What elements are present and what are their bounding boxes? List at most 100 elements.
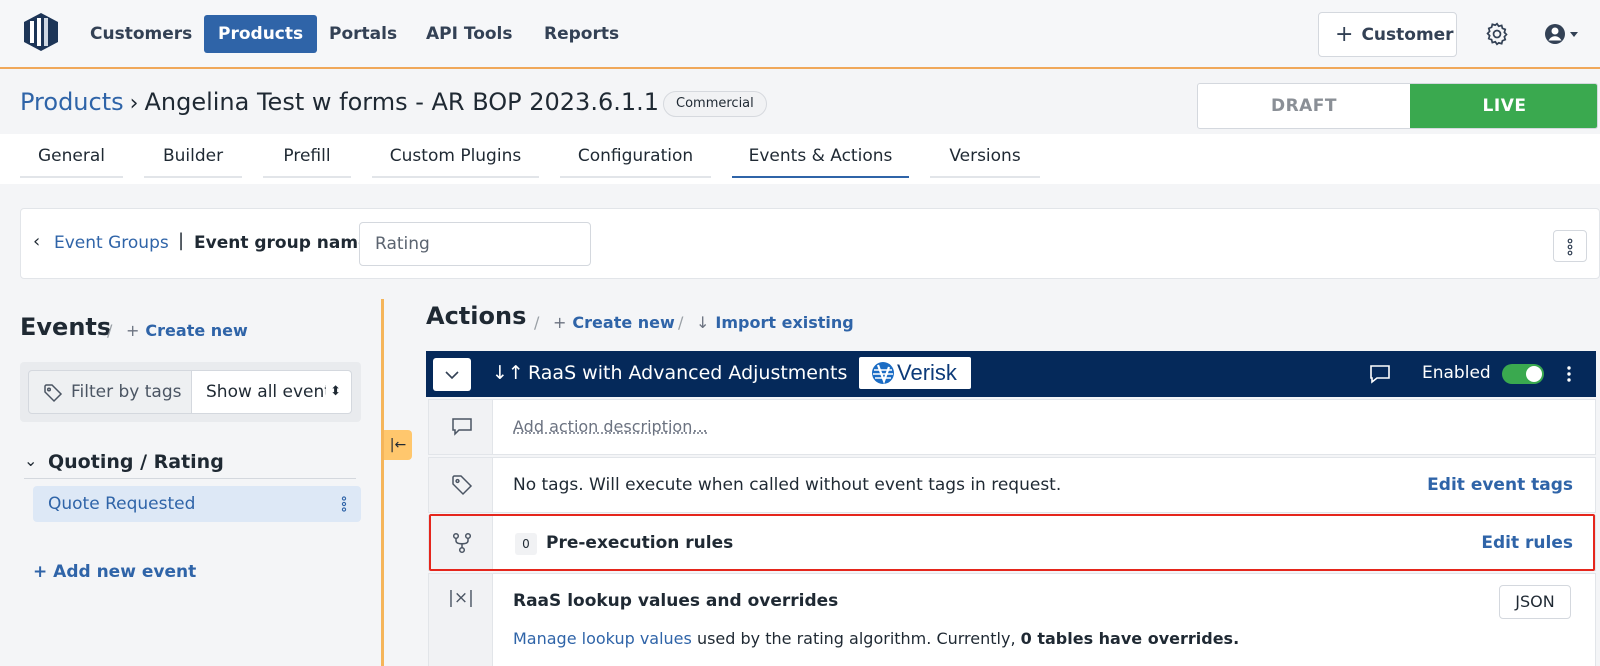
expand-action-button[interactable] <box>433 358 471 391</box>
edit-event-tags-link[interactable]: Edit event tags <box>1427 475 1573 495</box>
events-heading: Events <box>20 313 112 341</box>
tab-events-actions[interactable]: Events & Actions <box>732 134 909 178</box>
add-new-event-link[interactable]: + Add new event <box>33 562 196 582</box>
pre-execution-rules-row: 0 Pre-execution rules Edit rules <box>428 515 1596 571</box>
nav-reports[interactable]: Reports <box>530 15 633 53</box>
lookup-description-text: used by the rating algorithm. Currently, <box>691 629 1021 648</box>
product-type-badge: Commercial <box>663 91 767 117</box>
icon-cell <box>429 458 493 512</box>
user-menu-icon[interactable] <box>1544 22 1584 46</box>
gear-icon[interactable] <box>1484 21 1510 47</box>
nav-products[interactable]: Products <box>204 15 318 53</box>
tab-builder[interactable]: Builder <box>144 134 242 178</box>
create-event-link[interactable]: + Create new <box>126 321 248 340</box>
event-item-quote-requested[interactable]: Quote Requested <box>33 486 361 522</box>
raas-lookup-row: |×| RaaS lookup values and overrides JSO… <box>428 573 1596 666</box>
icon-cell <box>429 516 493 570</box>
kebab-icon[interactable] <box>1566 365 1572 383</box>
branch-icon <box>452 532 472 554</box>
icon-cell <box>429 400 493 454</box>
live-status-button[interactable]: LIVE <box>1410 84 1597 128</box>
separator: / <box>107 321 113 340</box>
status-toggle: DRAFT LIVE <box>1197 83 1598 129</box>
page-title: Angelina Test w forms - AR BOP 2023.6.1.… <box>144 88 660 116</box>
separator: | <box>178 230 185 251</box>
event-group-menu-button[interactable] <box>1553 230 1587 262</box>
separator: / <box>534 313 540 332</box>
event-item-label: Quote Requested <box>48 494 196 514</box>
tag-icon <box>44 384 63 403</box>
create-event-label: Create new <box>145 321 248 340</box>
action-header: ↓↑ RaaS with Advanced Adjustments Verisk… <box>426 351 1596 397</box>
arrow-down-icon: ↓ <box>696 313 710 332</box>
separator: / <box>678 313 684 332</box>
enabled-label: Enabled <box>1422 363 1491 383</box>
comment-icon <box>452 418 472 436</box>
nav-customers[interactable]: Customers <box>76 15 206 53</box>
filter-by-tags-button[interactable]: Filter by tags <box>28 370 192 414</box>
verisk-logo: Verisk <box>859 357 971 389</box>
event-group-name-label: Event group name: <box>194 233 377 253</box>
tab-versions[interactable]: Versions <box>930 134 1040 178</box>
event-group-title: Quoting / Rating <box>48 451 224 473</box>
import-existing-link[interactable]: ↓ Import existing <box>696 313 854 332</box>
event-group-card: ‹ Event Groups | Event group name: <box>20 208 1600 279</box>
chevron-right-icon: › <box>129 91 139 116</box>
event-tags-text: No tags. Will execute when called withou… <box>513 475 1062 495</box>
chevron-down-icon: ⌄ <box>24 451 38 470</box>
nav-portals[interactable]: Portals <box>315 15 411 53</box>
actions-heading: Actions <box>426 302 527 330</box>
action-title: RaaS with Advanced Adjustments <box>528 362 848 384</box>
manage-lookup-values-link[interactable]: Manage lookup values <box>513 629 692 648</box>
draft-status-button[interactable]: DRAFT <box>1198 84 1410 128</box>
top-navigation: Customers Products Portals API Tools Rep… <box>0 0 1600 69</box>
create-action-label: Create new <box>572 313 675 332</box>
app-logo-icon[interactable] <box>24 13 58 51</box>
comment-icon[interactable] <box>1368 363 1392 385</box>
panel-resize-handle[interactable] <box>381 299 384 666</box>
collapse-panel-icon[interactable]: |← <box>384 430 412 460</box>
nav-api-tools[interactable]: API Tools <box>412 15 527 53</box>
overrides-count-text: 0 tables have overrides. <box>1020 629 1240 648</box>
breadcrumb-products-link[interactable]: Products <box>20 88 124 116</box>
tag-icon <box>452 475 473 496</box>
toggle-knob <box>1526 366 1542 382</box>
rules-count-badge: 0 <box>515 533 537 555</box>
verisk-logo-text: Verisk <box>897 360 957 385</box>
verisk-globe-icon <box>872 362 894 385</box>
product-tabs: General Builder Prefill Custom Plugins C… <box>0 134 1600 184</box>
chevron-down-icon <box>445 371 459 380</box>
sort-caret-icon: ⬍ <box>326 371 341 413</box>
add-customer-button[interactable]: + Customer <box>1318 12 1457 57</box>
import-existing-label: Import existing <box>715 313 854 332</box>
action-description-row: Add action description... <box>428 399 1596 455</box>
plus-icon: + <box>553 313 567 332</box>
event-filter-value: Show all events <box>206 382 340 402</box>
json-button[interactable]: JSON <box>1499 585 1571 619</box>
breadcrumb: Products › Angelina Test w forms - AR BOP … <box>20 88 659 124</box>
raas-lookup-title: RaaS lookup values and overrides <box>513 591 839 611</box>
tab-general[interactable]: General <box>20 134 123 178</box>
chevron-left-icon[interactable]: ‹ <box>33 231 40 252</box>
tab-custom-plugins[interactable]: Custom Plugins <box>372 134 539 178</box>
enabled-toggle[interactable] <box>1502 364 1544 384</box>
edit-rules-link[interactable]: Edit rules <box>1481 533 1573 553</box>
filter-by-tags-label: Filter by tags <box>71 382 182 402</box>
plus-icon: + <box>126 321 140 340</box>
kebab-icon[interactable] <box>341 496 347 512</box>
event-groups-link[interactable]: Event Groups <box>54 233 169 253</box>
tab-configuration[interactable]: Configuration <box>560 134 711 178</box>
event-tags-row: No tags. Will execute when called withou… <box>428 457 1596 513</box>
event-group-name-input[interactable] <box>359 222 591 266</box>
add-action-description-link[interactable]: Add action description... <box>513 417 708 436</box>
kebab-icon <box>1567 238 1573 256</box>
create-action-link[interactable]: + Create new <box>553 313 675 332</box>
raas-lookup-description: Manage lookup values used by the rating … <box>513 629 1239 648</box>
event-group-header[interactable]: ⌄ Quoting / Rating <box>24 451 356 479</box>
add-customer-label: Customer <box>1361 25 1454 45</box>
event-filter: Filter by tags Show all events ⬍ <box>20 362 361 422</box>
icon-cell: |×| <box>429 574 493 666</box>
tab-prefill[interactable]: Prefill <box>263 134 351 178</box>
reorder-icon[interactable]: ↓↑ <box>492 362 524 384</box>
event-filter-select[interactable]: Show all events ⬍ <box>192 370 352 414</box>
